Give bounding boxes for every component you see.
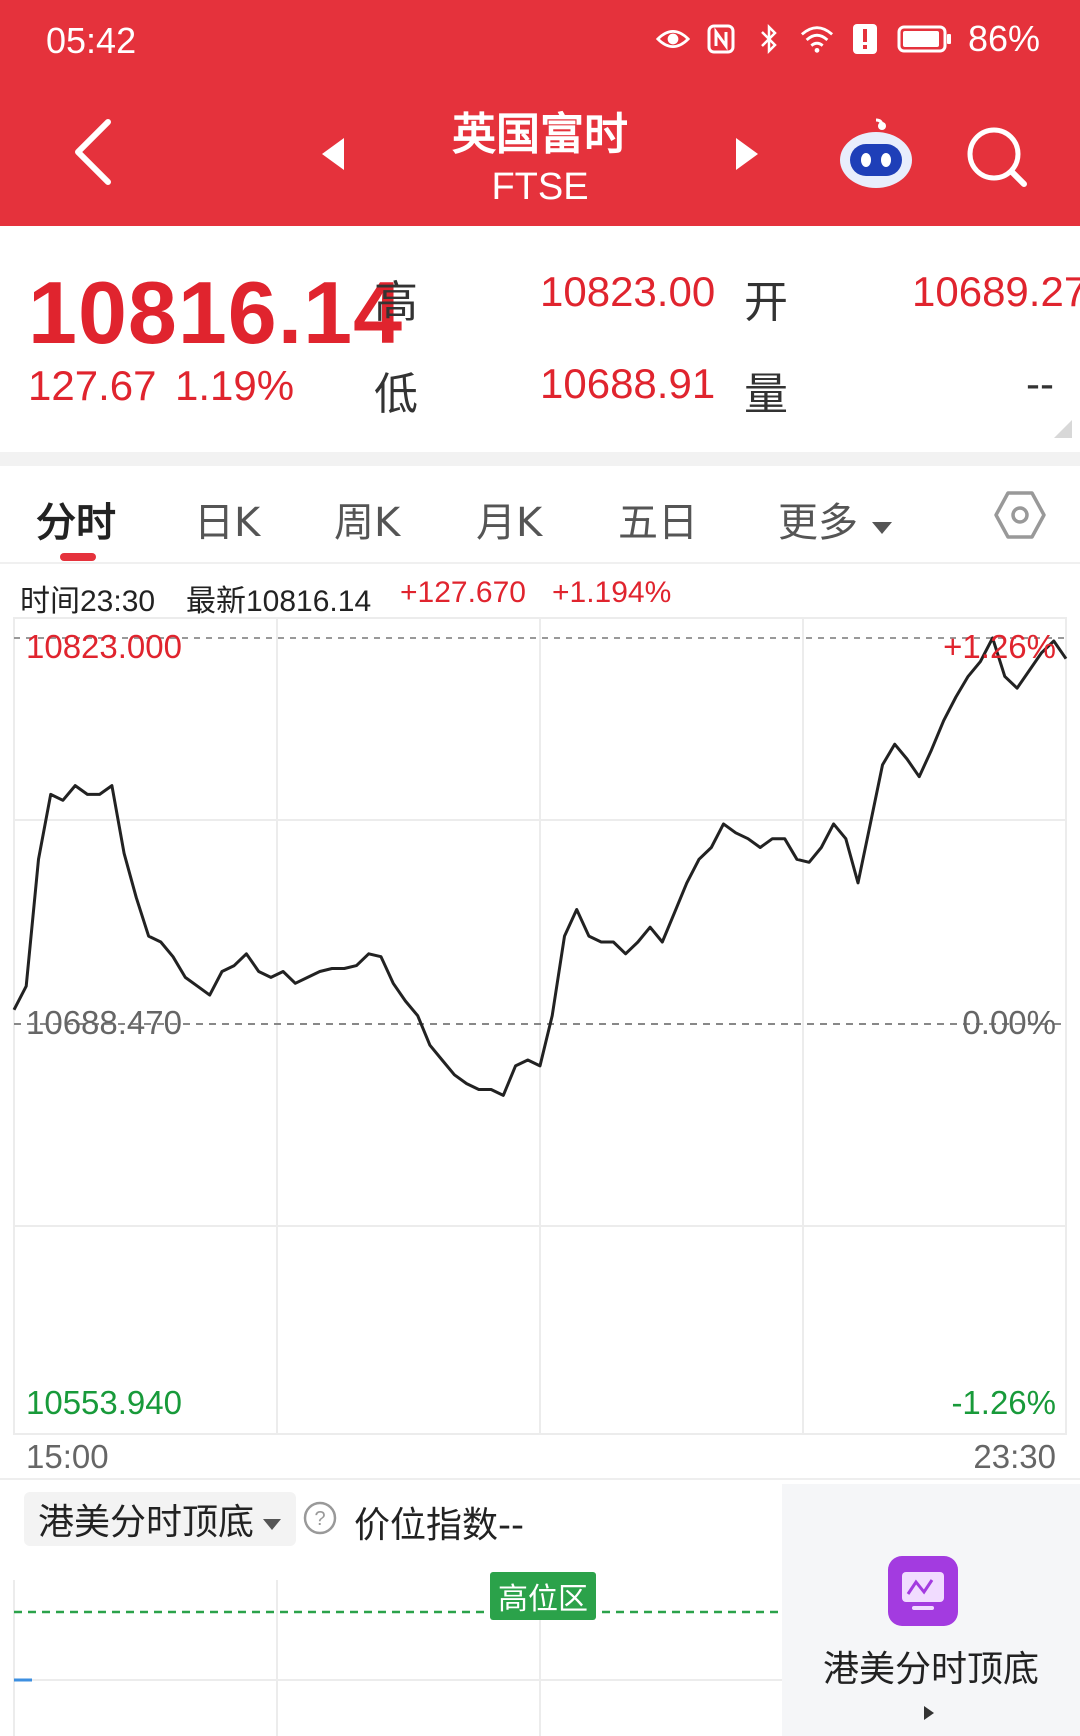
status-bar: 05:42 86% — [0, 0, 1080, 86]
help-icon[interactable]: ? — [302, 1500, 338, 1540]
status-time: 05:42 — [46, 20, 137, 61]
active-tab-indicator — [60, 553, 96, 561]
expand-corner-icon[interactable] — [1054, 420, 1072, 442]
dropdown-triangle-icon — [262, 1499, 282, 1540]
info-change-percent: +1.194% — [552, 576, 672, 609]
x-end-label: 23:30 — [973, 1438, 1056, 1475]
info-change: +127.670 — [400, 576, 526, 609]
indicator-chart — [13, 1580, 782, 1736]
low-label: 低 — [374, 369, 418, 420]
tab-five-day[interactable]: 五日 — [618, 490, 698, 548]
next-index-icon[interactable] — [732, 134, 762, 178]
battery-percent: 86% — [967, 18, 1040, 59]
tab-more-label: 更多 — [778, 500, 858, 546]
top-header: 05:42 86% 英国富时 FTSE — [0, 0, 1080, 226]
tab-monthly-k[interactable]: 月K — [476, 490, 542, 548]
tab-daily-k[interactable]: 日K — [194, 490, 260, 548]
low-value: 10688.91 — [540, 360, 716, 407]
indicator-divider — [0, 1478, 1080, 1480]
battery-icon — [896, 22, 954, 56]
settings-icon[interactable] — [994, 490, 1046, 544]
x-start-label: 15:00 — [26, 1438, 109, 1475]
open-value: 10689.27 — [912, 268, 1080, 315]
search-icon[interactable] — [962, 122, 1032, 196]
high-label: 高 — [374, 277, 418, 328]
y-max-label: 10823.000 — [26, 628, 182, 665]
high-value: 10823.00 — [540, 268, 716, 315]
dropdown-triangle-icon — [871, 500, 893, 546]
play-arrow-icon[interactable] — [922, 1704, 936, 1726]
svg-text:?: ? — [314, 1508, 325, 1530]
tab-intraday[interactable]: 分时 — [36, 490, 116, 548]
pct-max-label: +1.26% — [943, 628, 1056, 665]
y-mid-label: 10688.470 — [26, 1004, 182, 1041]
bluetooth-icon — [752, 22, 786, 56]
nfc-icon — [704, 22, 738, 56]
price-change: 127.67 — [28, 362, 157, 409]
chart-app-icon[interactable] — [886, 1554, 960, 1632]
robot-assistant-icon[interactable] — [836, 116, 916, 196]
y-min-label: 10553.940 — [26, 1384, 182, 1421]
tab-weekly-k[interactable]: 周K — [334, 490, 400, 548]
high-zone-badge: 高位区 — [490, 1572, 596, 1620]
price-change-percent: 1.19% — [175, 362, 295, 409]
tab-more[interactable]: 更多 — [778, 490, 893, 548]
volume-value: -- — [1026, 360, 1054, 407]
pct-min-label: -1.26% — [951, 1384, 1056, 1421]
tabs-divider — [0, 562, 1080, 564]
volume-label: 量 — [744, 369, 788, 420]
price-index-text: 价位指数-- — [354, 1505, 524, 1546]
indicator-panel-label: 港美分时顶底 — [822, 1649, 1039, 1690]
status-icons: 86% — [655, 18, 1040, 60]
pct-mid-label: 0.00% — [962, 1004, 1056, 1041]
wifi-icon — [800, 22, 834, 56]
open-label: 开 — [744, 277, 788, 328]
section-divider — [0, 452, 1080, 466]
page-title: 英国富时 — [452, 109, 628, 160]
indicator-selector[interactable]: 港美分时顶底 — [24, 1492, 297, 1546]
current-price: 10816.14 — [28, 263, 404, 362]
indicator-name: 港美分时顶底 — [38, 1502, 255, 1543]
alert-icon — [848, 22, 882, 56]
page-subtitle: FTSE — [491, 166, 589, 208]
eye-icon — [655, 22, 690, 56]
